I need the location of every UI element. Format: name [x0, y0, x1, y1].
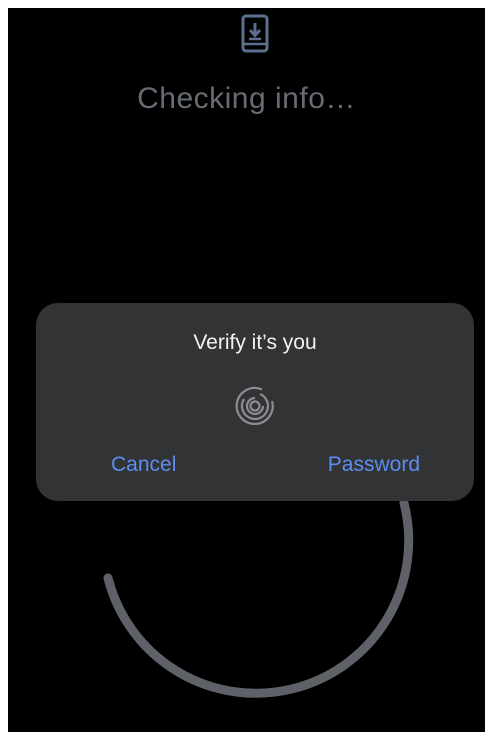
cancel-button[interactable]: Cancel: [111, 453, 176, 477]
fingerprint-icon[interactable]: [232, 383, 278, 429]
password-button[interactable]: Password: [328, 453, 420, 477]
screen: Checking info… Verify it’s you Cancel Pa…: [8, 8, 485, 732]
verify-dialog: Verify it’s you Cancel Password: [36, 303, 474, 501]
dialog-title: Verify it’s you: [193, 331, 317, 354]
